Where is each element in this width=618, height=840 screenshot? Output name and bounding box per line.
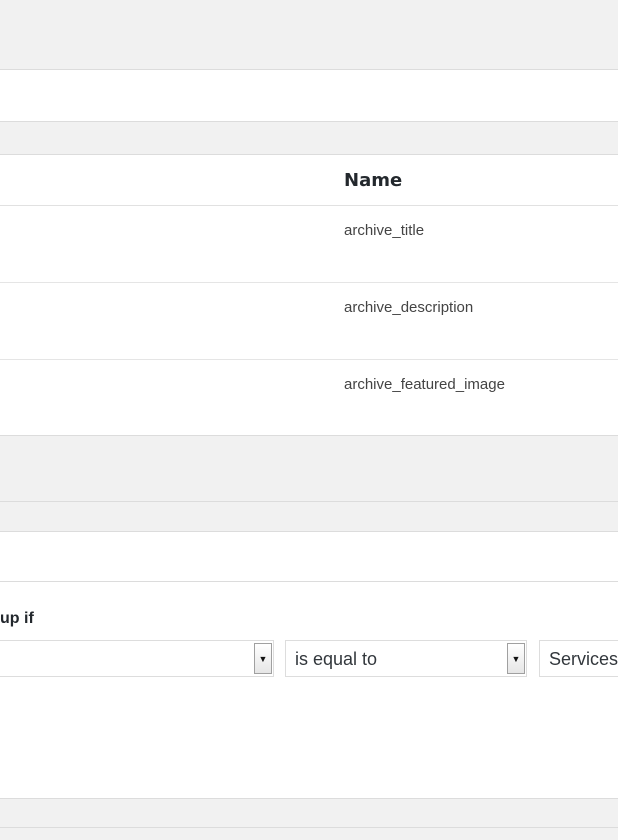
field-row[interactable]: archive_description — [0, 283, 618, 360]
field-name: archive_featured_image — [344, 376, 505, 393]
rule-param-select[interactable]: ▼ — [0, 640, 274, 677]
location-rules: up if ▼ is equal to ▼ Services — [0, 582, 618, 798]
page-bottom — [0, 828, 618, 840]
chevron-down-icon[interactable]: ▼ — [507, 643, 525, 674]
chevron-down-icon[interactable]: ▼ — [254, 643, 272, 674]
rules-label: up if — [0, 610, 34, 627]
field-row[interactable]: archive_featured_image — [0, 360, 618, 437]
rule-operator-value: is equal to — [295, 649, 378, 669]
rule-value-select[interactable]: Services — [539, 640, 618, 677]
panel-header — [0, 0, 618, 70]
field-row[interactable]: archive_title — [0, 206, 618, 283]
fields-table-header: Name — [0, 155, 618, 206]
page: Name archive_title archive_description a… — [0, 0, 618, 840]
section-divider — [0, 502, 618, 532]
settings-row — [0, 532, 618, 582]
field-name: archive_title — [344, 222, 425, 239]
fields-table: Name archive_title archive_description a… — [0, 155, 618, 436]
column-header-name: Name — [344, 170, 403, 191]
fields-footer — [0, 436, 618, 502]
panel-body-top — [0, 70, 618, 122]
panel-footer — [0, 798, 618, 828]
panel-divider — [0, 122, 618, 155]
rule-value-value: Services — [549, 649, 618, 669]
rule-operator-select[interactable]: is equal to ▼ — [285, 640, 527, 677]
field-name: archive_description — [344, 299, 474, 316]
